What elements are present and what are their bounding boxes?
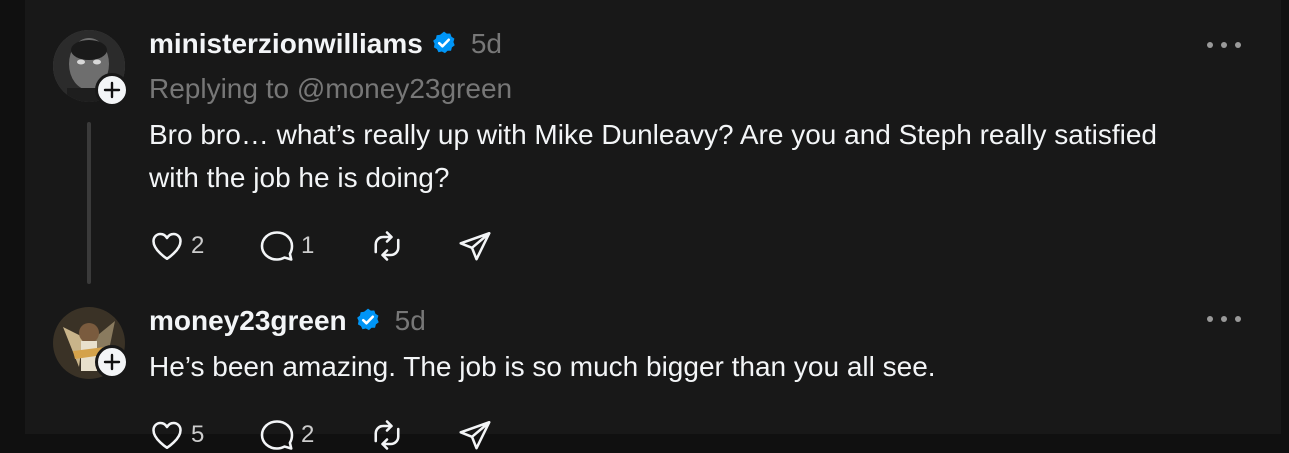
reply-button[interactable]: 2 bbox=[259, 417, 369, 453]
verified-icon bbox=[431, 30, 457, 61]
like-button[interactable]: 2 bbox=[149, 228, 259, 264]
plus-icon bbox=[103, 353, 121, 371]
comment-icon bbox=[260, 231, 294, 261]
reply-button[interactable]: 1 bbox=[259, 228, 369, 264]
verified-icon bbox=[355, 307, 381, 338]
more-icon[interactable] bbox=[1207, 35, 1241, 55]
post-time[interactable]: 5d bbox=[471, 28, 502, 60]
post: money23green 5d He’s been amazing. The j… bbox=[25, 290, 1281, 450]
heart-icon bbox=[152, 232, 182, 261]
post-actions: 5 2 bbox=[149, 417, 493, 453]
repost-icon bbox=[374, 231, 400, 261]
repost-button[interactable] bbox=[369, 228, 457, 264]
like-count: 5 bbox=[191, 421, 205, 448]
share-button[interactable] bbox=[457, 228, 493, 264]
more-icon[interactable] bbox=[1207, 309, 1241, 329]
like-count: 2 bbox=[191, 232, 205, 259]
share-button[interactable] bbox=[457, 417, 493, 453]
follow-button[interactable] bbox=[95, 73, 129, 107]
share-icon bbox=[459, 231, 491, 261]
repost-icon bbox=[374, 420, 400, 450]
username[interactable]: ministerzionwilliams bbox=[149, 28, 423, 60]
follow-button[interactable] bbox=[95, 345, 129, 379]
post-header: ministerzionwilliams 5d bbox=[149, 27, 502, 60]
post-actions: 2 1 bbox=[149, 228, 493, 264]
post-time[interactable]: 5d bbox=[395, 305, 426, 337]
like-button[interactable]: 5 bbox=[149, 417, 259, 453]
replying-to[interactable]: Replying to @money23green bbox=[149, 73, 512, 105]
comment-icon bbox=[260, 420, 294, 450]
username[interactable]: money23green bbox=[149, 305, 347, 337]
thread-line bbox=[87, 122, 91, 284]
plus-icon bbox=[103, 81, 121, 99]
post: ministerzionwilliams 5d Replying to @mon… bbox=[25, 0, 1281, 290]
reply-count: 1 bbox=[301, 232, 315, 259]
thread-panel: ministerzionwilliams 5d Replying to @mon… bbox=[25, 0, 1281, 450]
repost-button[interactable] bbox=[369, 417, 457, 453]
reply-count: 2 bbox=[301, 421, 315, 448]
heart-icon bbox=[152, 421, 182, 450]
post-header: money23green 5d bbox=[149, 304, 426, 337]
share-icon bbox=[459, 420, 491, 450]
post-text: Bro bro… what’s really up with Mike Dunl… bbox=[149, 119, 1157, 193]
post-text: He’s been amazing. The job is so much bi… bbox=[149, 351, 936, 382]
